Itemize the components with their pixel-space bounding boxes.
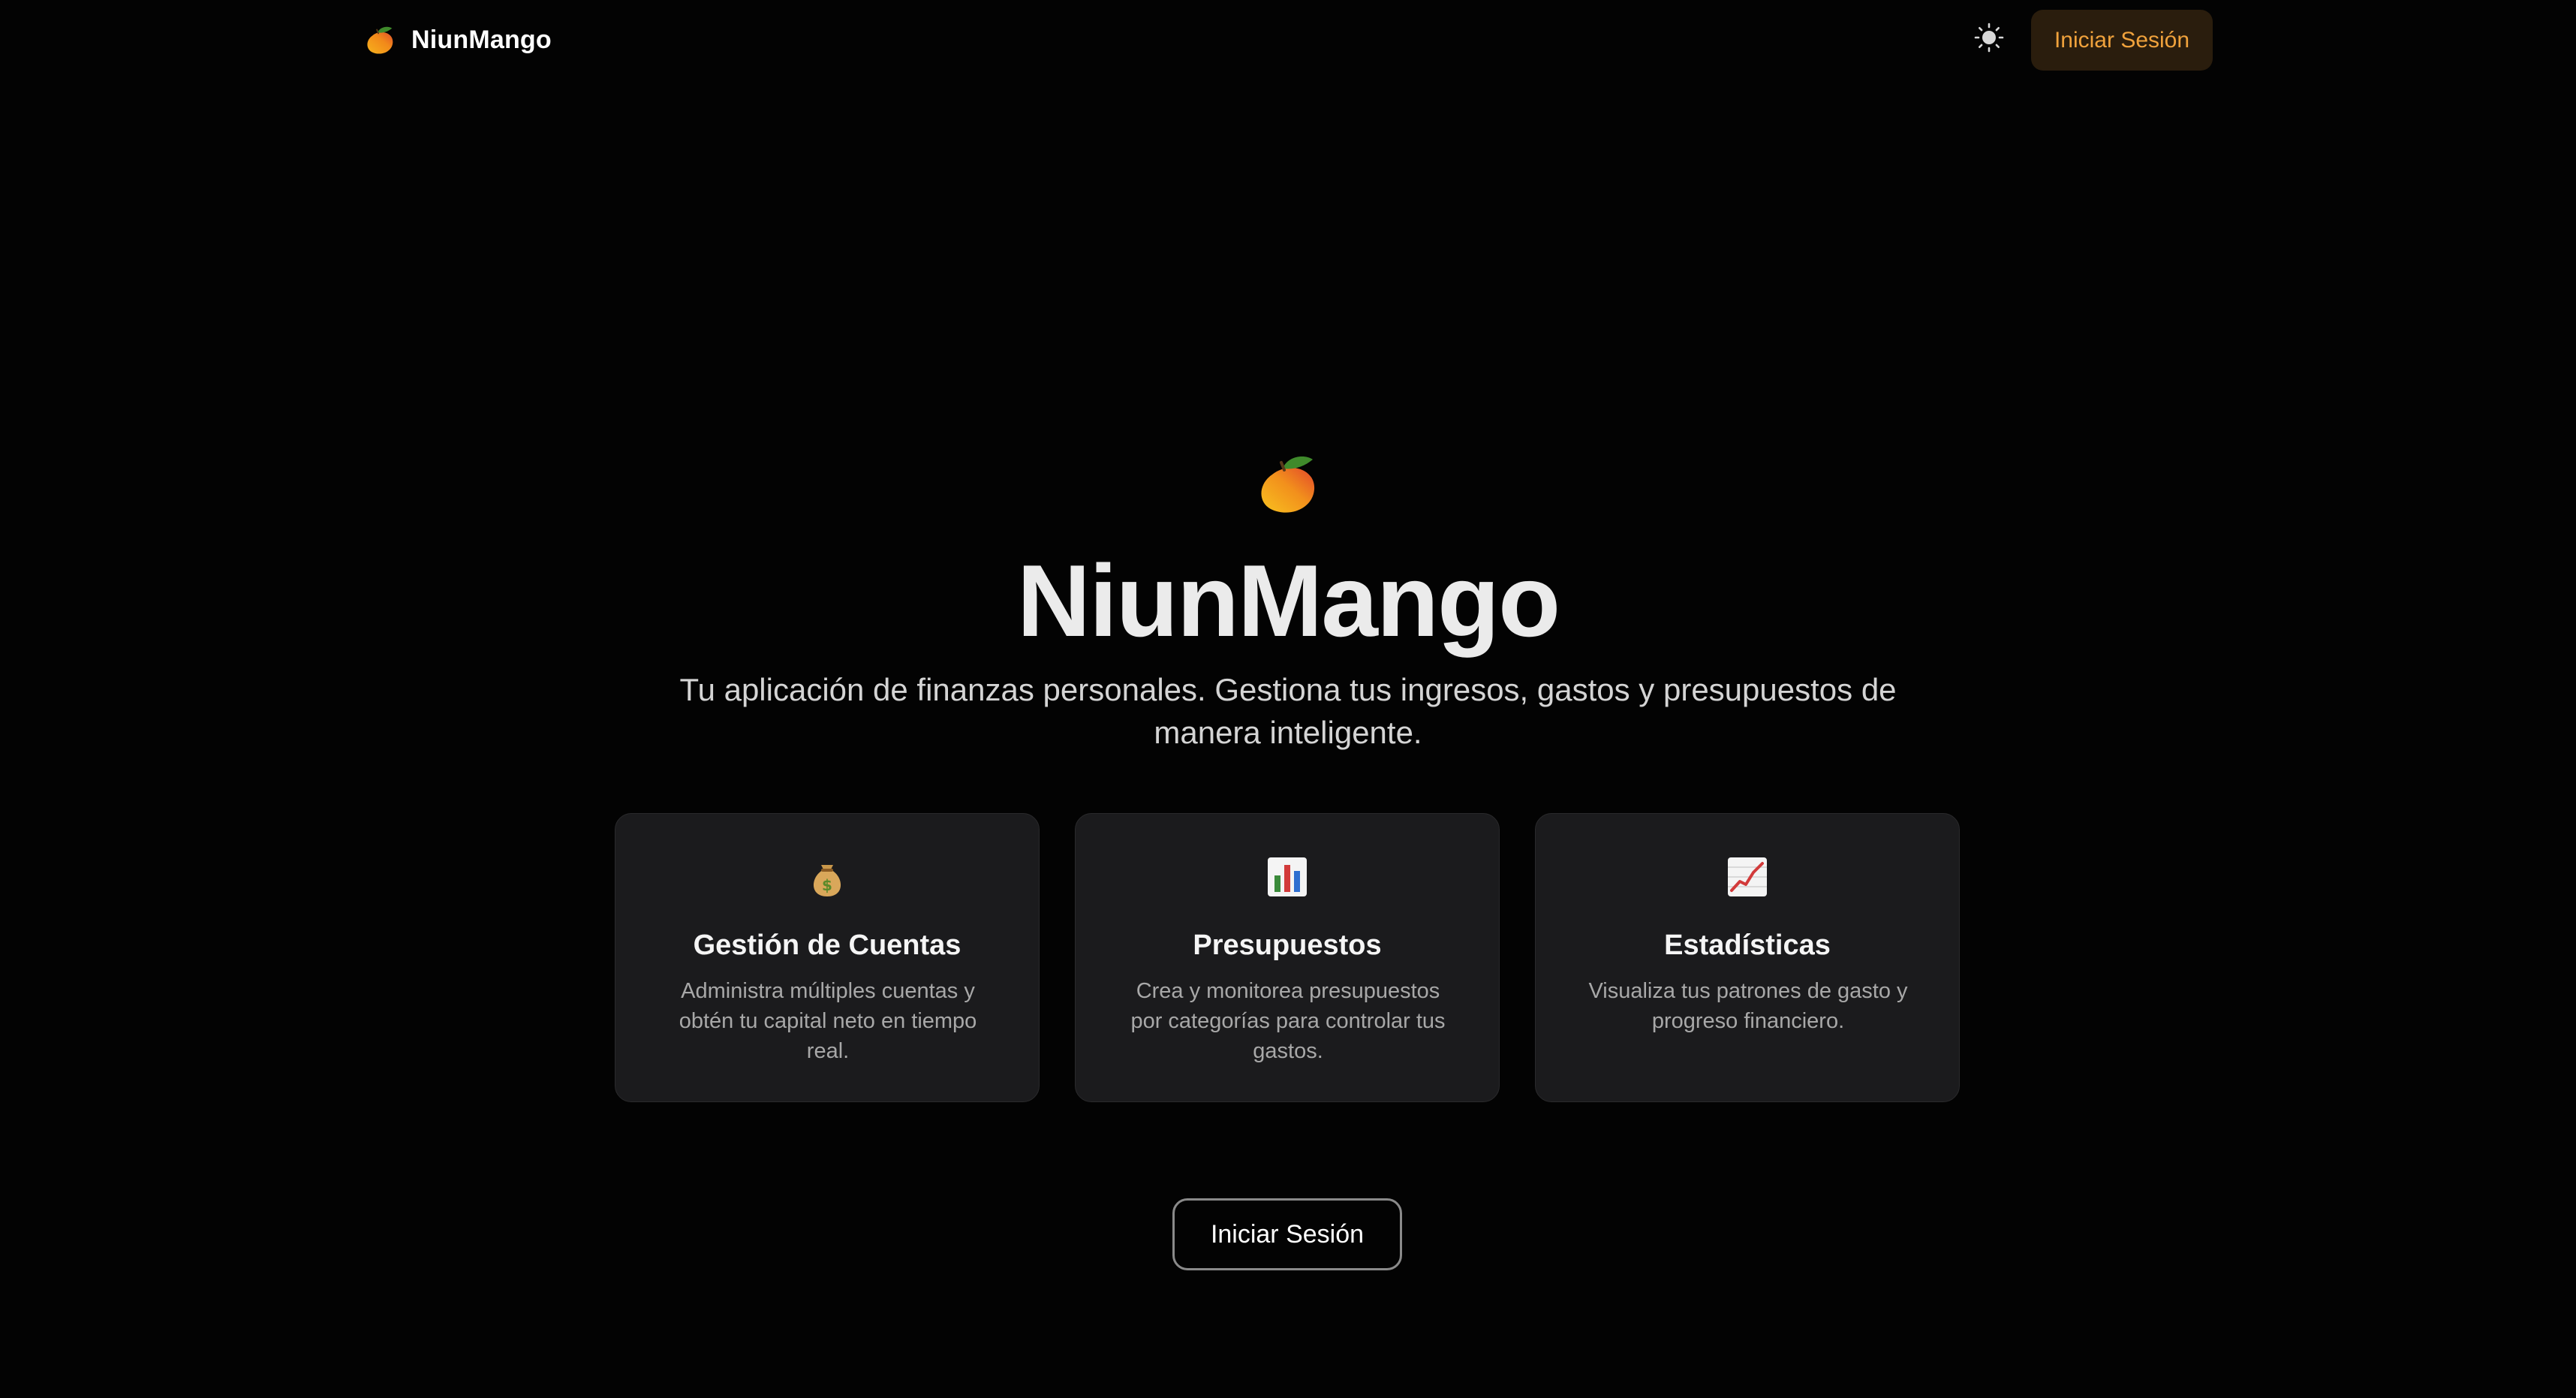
mango-icon bbox=[367, 26, 393, 54]
landing-page: NiunMango Iniciar Sesión NiunMango Tu ap… bbox=[0, 0, 2576, 1398]
mango-icon bbox=[1261, 456, 1315, 513]
feature-title: Gestión de Cuentas bbox=[693, 929, 961, 961]
feature-description: Administra múltiples cuentas y obtén tu … bbox=[679, 979, 977, 1063]
money-bag-icon: $ bbox=[813, 865, 841, 896]
trend-up-chart-icon bbox=[1728, 857, 1767, 896]
brand-name: NiunMango bbox=[411, 25, 552, 54]
cta-login-button[interactable]: Iniciar Sesión bbox=[1172, 1198, 1402, 1270]
theme-toggle-button[interactable] bbox=[1971, 20, 2007, 56]
feature-description: Crea y monitorea presupuestos por catego… bbox=[1130, 979, 1446, 1063]
feature-title: Presupuestos bbox=[1193, 929, 1382, 961]
hero-subtitle: Tu aplicación de finanzas personales. Ge… bbox=[679, 672, 1897, 750]
feature-title: Estadísticas bbox=[1664, 929, 1831, 961]
top-nav: NiunMango Iniciar Sesión bbox=[0, 0, 2576, 80]
feature-card-statistics: Estadísticas Visualiza tus patrones de g… bbox=[1535, 813, 1960, 1102]
header-login-button[interactable]: Iniciar Sesión bbox=[2031, 10, 2213, 71]
svg-text:$: $ bbox=[822, 876, 832, 894]
feature-card-accounts: $ Gestión de Cuentas Administra múltiple… bbox=[615, 813, 1040, 1102]
sun-icon bbox=[1974, 23, 2004, 53]
hero-title: NiunMango bbox=[1016, 544, 1560, 658]
feature-card-budgets: Presupuestos Crea y monitorea presupuest… bbox=[1075, 813, 1500, 1102]
brand-home-link[interactable]: NiunMango bbox=[362, 21, 552, 59]
bar-chart-icon bbox=[1268, 857, 1307, 896]
feature-description: Visualiza tus patrones de gasto y progre… bbox=[1588, 979, 1908, 1033]
